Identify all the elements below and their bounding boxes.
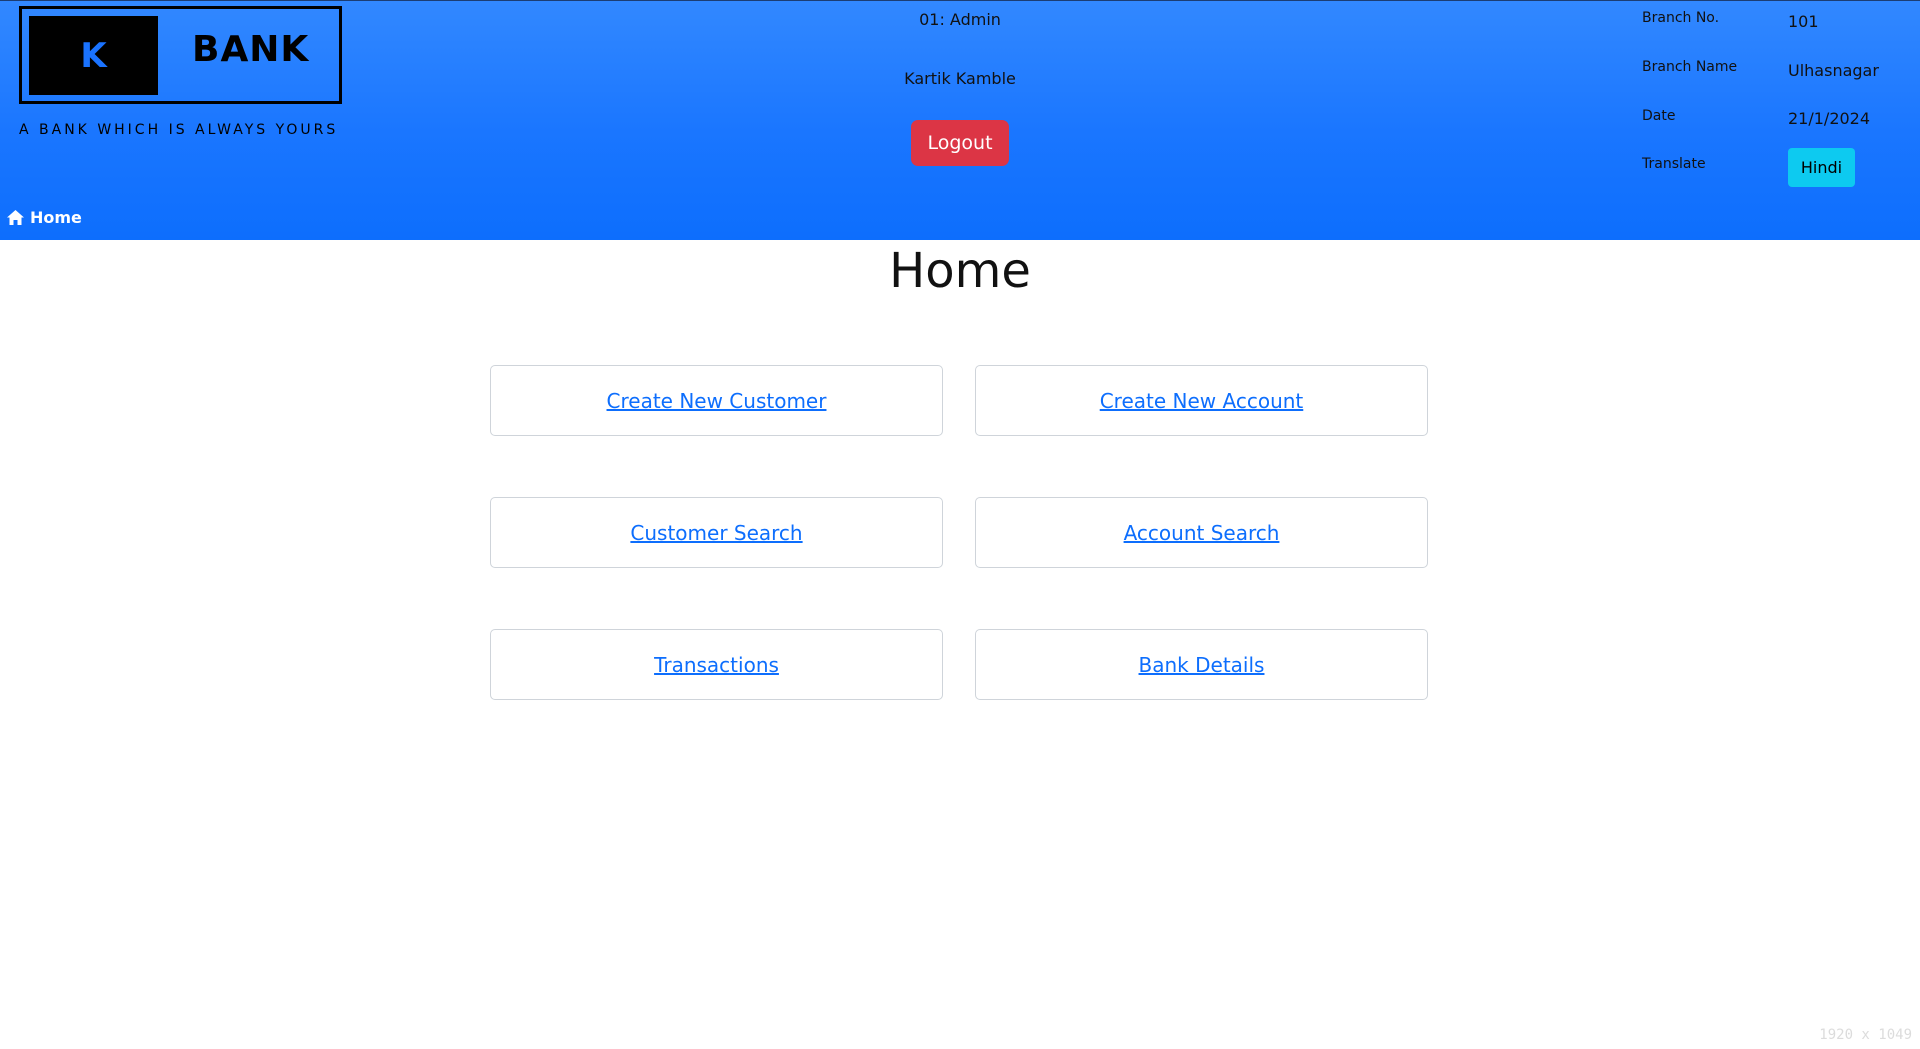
breadcrumb-label: Home (30, 208, 82, 227)
user-name: Kartik Kamble (904, 69, 1016, 88)
breadcrumb-home[interactable]: Home (6, 208, 82, 227)
branch-name-value: Ulhasnagar (1788, 61, 1879, 80)
logo-name: BANK (192, 29, 310, 70)
branch-name-label: Branch Name (1642, 59, 1738, 75)
customer-search-card: Customer Search (490, 497, 943, 568)
create-account-card: Create New Account (975, 365, 1428, 436)
header: K BANK A BANK WHICH IS ALWAYS YOURS 01: … (0, 0, 1920, 240)
branch-no-label: Branch No. (1642, 10, 1720, 26)
home-icon (7, 210, 24, 225)
date-value: 21/1/2024 (1788, 109, 1871, 128)
user-role: 01: Admin (919, 10, 1001, 29)
date-label: Date (1642, 108, 1676, 124)
branch-no-value: 101 (1788, 12, 1819, 31)
bank-details-card: Bank Details (975, 629, 1428, 700)
account-search-card: Account Search (975, 497, 1428, 568)
create-new-customer-link[interactable]: Create New Customer (607, 389, 827, 413)
bank-details-link[interactable]: Bank Details (1139, 653, 1265, 677)
transactions-card: Transactions (490, 629, 943, 700)
translate-hindi-button[interactable]: Hindi (1788, 148, 1855, 187)
create-new-account-link[interactable]: Create New Account (1100, 389, 1304, 413)
resolution-watermark: 1920 x 1049 (1819, 1027, 1912, 1043)
customer-search-link[interactable]: Customer Search (630, 521, 802, 545)
page-title: Home (889, 243, 1031, 299)
logout-button[interactable]: Logout (911, 120, 1009, 166)
account-search-link[interactable]: Account Search (1124, 521, 1280, 545)
create-customer-card: Create New Customer (490, 365, 943, 436)
transactions-link[interactable]: Transactions (654, 653, 779, 677)
bank-logo: K BANK (19, 6, 342, 104)
translate-label: Translate (1642, 156, 1706, 172)
logo-tagline: A BANK WHICH IS ALWAYS YOURS (19, 122, 339, 138)
logo-letter: K (29, 16, 158, 95)
